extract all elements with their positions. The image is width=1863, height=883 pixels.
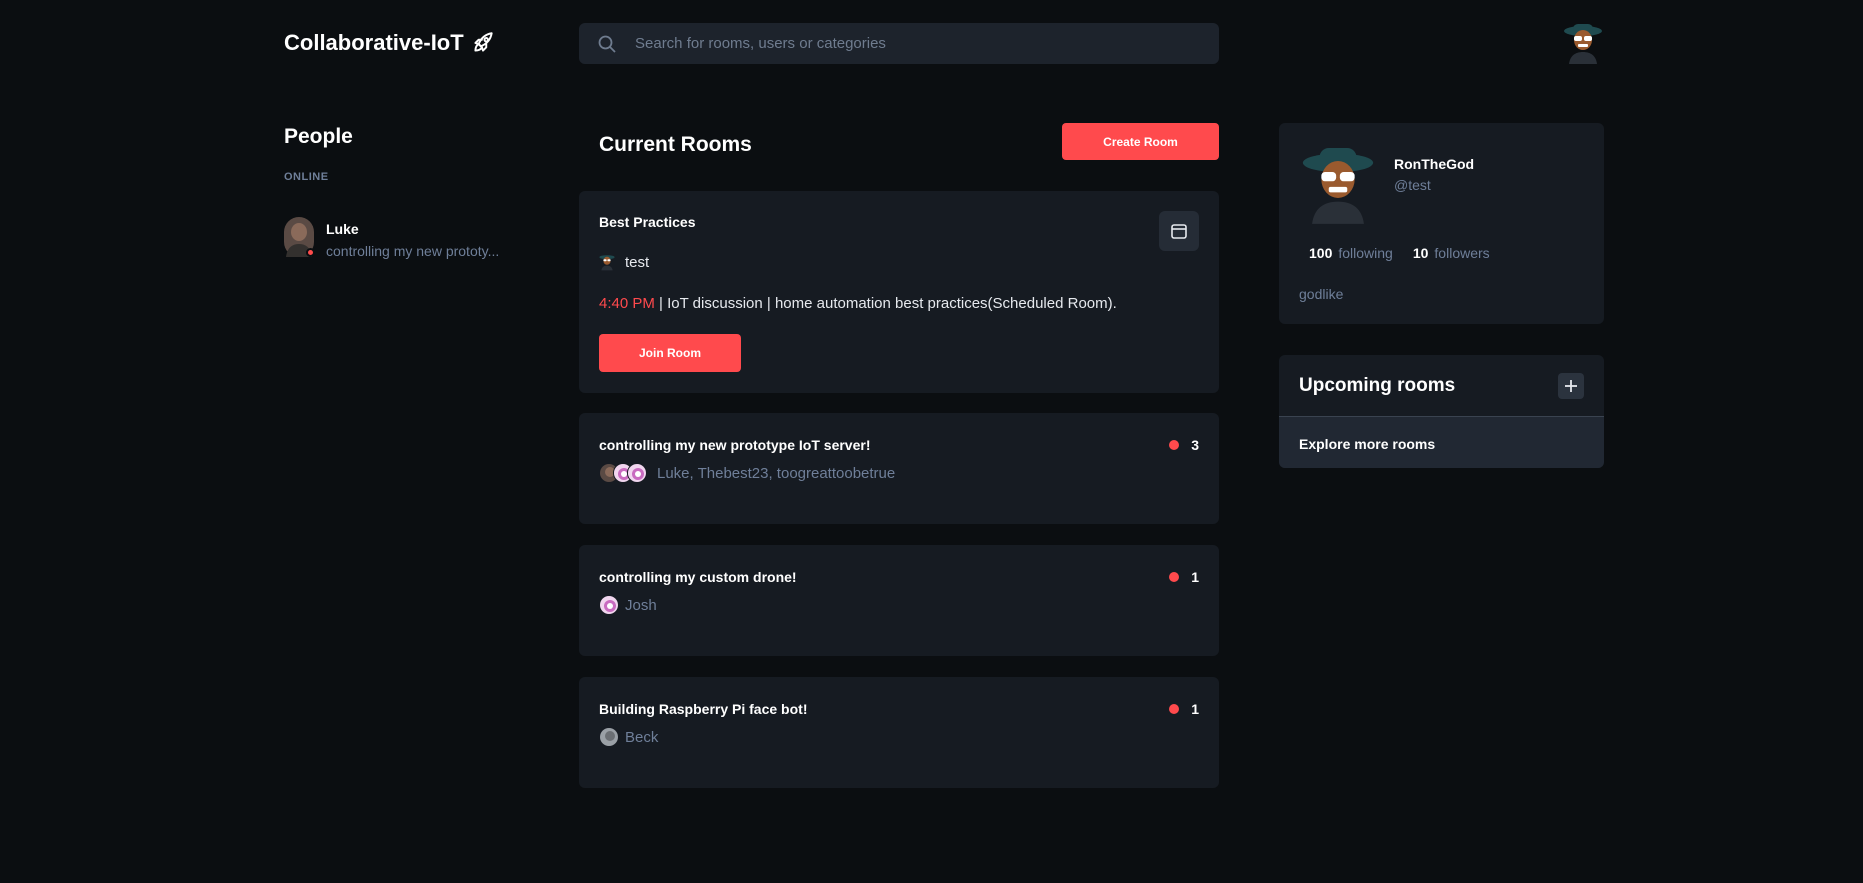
search-icon — [597, 34, 617, 54]
join-room-button[interactable]: Join Room — [599, 334, 741, 372]
member-avatars — [599, 463, 647, 483]
host-name: test — [625, 253, 650, 271]
room-count: 1 — [1191, 569, 1199, 585]
avatar — [284, 217, 315, 257]
member-avatars — [599, 727, 619, 747]
room-title: Best Practices — [599, 214, 696, 230]
member-names: Beck — [625, 728, 659, 746]
app-root: Collaborative-IoT People ONLINE — [0, 0, 1863, 883]
avatar — [627, 463, 647, 483]
room-time: 4:40 PM — [599, 295, 655, 312]
app-title: Collaborative-IoT — [284, 30, 464, 55]
user-avatar[interactable] — [1563, 22, 1603, 64]
search-input[interactable] — [635, 35, 1195, 52]
followers-label: followers — [1434, 245, 1490, 261]
room-card[interactable]: Building Raspberry Pi face bot! 1 Beck — [579, 677, 1219, 788]
room-listener-count: 1 — [1169, 569, 1199, 585]
room-card[interactable]: controlling my custom drone! 1 Josh — [579, 545, 1219, 656]
room-title: controlling my custom drone! — [599, 569, 797, 585]
room-host: test — [599, 253, 649, 271]
member-names: Luke, Thebest23, toogreattoobetrue — [657, 464, 896, 482]
room-members: Luke, Thebest23, toogreattoobetrue — [599, 463, 895, 483]
room-title: controlling my new prototype IoT server! — [599, 437, 871, 453]
rocket-icon — [474, 32, 493, 52]
avatar — [599, 727, 619, 747]
person-status: controlling my new prototy... — [326, 243, 500, 259]
explore-more-rooms-link[interactable]: Explore more rooms — [1279, 416, 1604, 468]
profile-card: RonTheGod @test 100 following 10 followers… — [1279, 123, 1604, 324]
live-dot — [1169, 440, 1180, 450]
room-listener-count: 3 — [1169, 437, 1199, 453]
people-heading: People — [284, 125, 353, 148]
create-room-button[interactable]: Create Room — [1062, 123, 1219, 160]
profile-stats: 100 following 10 followers — [1309, 245, 1490, 261]
profile-username: RonTheGod — [1394, 156, 1475, 172]
room-description: 4:40 PM | IoT discussion | home automati… — [599, 295, 1117, 312]
profile-handle: @test — [1394, 177, 1431, 193]
member-avatars — [599, 595, 619, 615]
online-status-dot — [306, 248, 315, 257]
room-count: 1 — [1191, 701, 1199, 717]
upcoming-rooms-heading: Upcoming rooms — [1299, 375, 1456, 396]
following-count: 100 — [1309, 245, 1333, 261]
online-label: ONLINE — [284, 171, 329, 183]
person-item-luke[interactable]: Luke controlling my new prototy... — [284, 217, 499, 259]
avatar — [599, 595, 619, 615]
room-members: Josh — [599, 595, 657, 615]
avatar — [599, 255, 615, 271]
plus-icon — [1565, 380, 1577, 392]
room-listener-count: 1 — [1169, 701, 1199, 717]
add-upcoming-room-button[interactable] — [1558, 373, 1584, 399]
member-names: Josh — [625, 596, 657, 614]
person-name: Luke — [326, 221, 359, 237]
live-dot — [1169, 704, 1180, 714]
calendar-icon — [1171, 224, 1187, 239]
room-card[interactable]: controlling my new prototype IoT server!… — [579, 413, 1219, 524]
profile-bio: godlike — [1299, 286, 1344, 302]
followers-count: 10 — [1412, 245, 1429, 261]
upcoming-rooms-panel: Upcoming rooms Explore more rooms — [1279, 355, 1604, 468]
room-description-text: | IoT discussion | home automation best … — [654, 295, 1117, 312]
following-label: following — [1338, 245, 1393, 261]
avatar[interactable] — [1301, 145, 1375, 225]
calendar-button[interactable] — [1159, 211, 1199, 251]
room-count: 3 — [1191, 437, 1199, 453]
room-members: Beck — [599, 727, 658, 747]
current-rooms-heading: Current Rooms — [599, 133, 752, 156]
following-stat[interactable]: 100 following — [1309, 245, 1393, 261]
scheduled-room-card[interactable]: Best Practices test 4:40 PM | IoT discus… — [579, 191, 1219, 393]
app-logo[interactable]: Collaborative-IoT — [284, 30, 496, 56]
search-bar[interactable] — [579, 23, 1219, 64]
live-dot — [1169, 572, 1180, 582]
room-title: Building Raspberry Pi face bot! — [599, 701, 808, 717]
followers-stat[interactable]: 10 followers — [1413, 245, 1490, 261]
